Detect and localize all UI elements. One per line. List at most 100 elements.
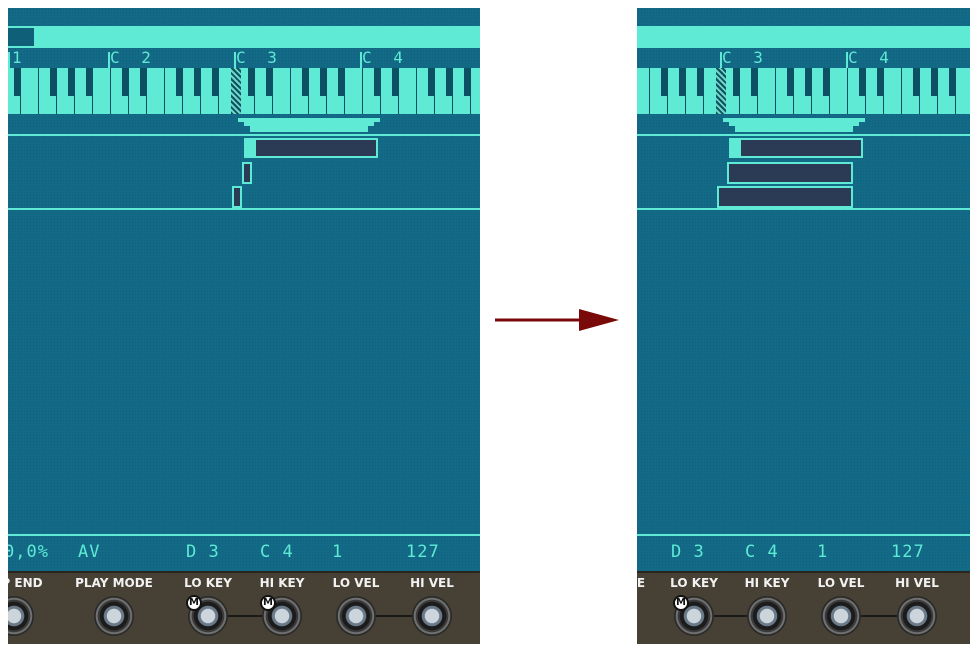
black-key[interactable] (949, 68, 955, 96)
sample-zone[interactable] (727, 162, 853, 184)
black-key[interactable] (338, 68, 344, 96)
white-key[interactable] (164, 68, 165, 114)
play-mode-knob[interactable] (94, 596, 134, 636)
black-key[interactable] (194, 68, 200, 96)
white-key[interactable] (685, 68, 686, 114)
sample-zone[interactable] (244, 138, 378, 158)
black-key[interactable] (140, 68, 146, 96)
black-key[interactable] (859, 68, 865, 96)
black-key[interactable] (805, 68, 811, 96)
zone-edge[interactable] (244, 138, 256, 158)
white-key[interactable] (667, 68, 668, 114)
white-key[interactable] (739, 68, 740, 114)
white-key[interactable] (901, 68, 902, 114)
black-key[interactable] (266, 68, 272, 96)
white-key[interactable] (452, 68, 453, 114)
sample-end-knob[interactable] (8, 596, 34, 636)
white-key[interactable] (182, 68, 183, 114)
black-key[interactable] (823, 68, 829, 96)
sample-zone[interactable] (717, 186, 853, 208)
white-key[interactable] (434, 68, 435, 114)
white-key[interactable] (308, 68, 309, 114)
sample-zone[interactable] (242, 162, 252, 184)
black-key[interactable] (68, 68, 74, 96)
white-key[interactable] (362, 68, 363, 114)
piano-keyboard[interactable] (8, 68, 480, 114)
white-key[interactable] (218, 68, 219, 114)
black-key[interactable] (302, 68, 308, 96)
black-key[interactable] (374, 68, 380, 96)
modulation-badge-icon[interactable]: M (186, 595, 202, 611)
knob-label: E (637, 576, 646, 590)
black-key[interactable] (661, 68, 667, 96)
white-key[interactable] (290, 68, 291, 114)
black-key[interactable] (86, 68, 92, 96)
white-key[interactable] (200, 68, 201, 114)
black-key[interactable] (122, 68, 128, 96)
black-key[interactable] (787, 68, 793, 96)
white-key[interactable] (919, 68, 920, 114)
white-key[interactable] (344, 68, 345, 114)
white-key[interactable] (38, 68, 39, 114)
white-key[interactable] (649, 68, 650, 114)
white-key[interactable] (20, 68, 21, 114)
white-key[interactable] (92, 68, 93, 114)
white-key[interactable] (775, 68, 776, 114)
white-key[interactable] (326, 68, 327, 114)
black-key[interactable] (751, 68, 757, 96)
black-key[interactable] (446, 68, 452, 96)
black-key[interactable] (877, 68, 883, 96)
lo-vel-knob[interactable] (821, 596, 861, 636)
white-key[interactable] (757, 68, 758, 114)
white-key[interactable] (254, 68, 255, 114)
horizontal-scrollbar[interactable] (637, 26, 970, 48)
black-key[interactable] (248, 68, 254, 96)
black-key[interactable] (320, 68, 326, 96)
scrollbar-thumb[interactable] (8, 28, 34, 46)
white-key[interactable] (398, 68, 399, 114)
white-key[interactable] (416, 68, 417, 114)
white-key[interactable] (380, 68, 381, 114)
hi-vel-knob[interactable] (897, 596, 937, 636)
white-key[interactable] (847, 68, 848, 114)
octave-ruler: 1 C 2 C 3 C 4 (8, 48, 480, 68)
black-key[interactable] (212, 68, 218, 96)
modulation-badge-icon[interactable]: M (673, 595, 689, 611)
black-key[interactable] (428, 68, 434, 96)
black-key[interactable] (931, 68, 937, 96)
white-key[interactable] (955, 68, 956, 114)
black-key[interactable] (679, 68, 685, 96)
hi-vel-knob[interactable] (412, 596, 452, 636)
white-key[interactable] (146, 68, 147, 114)
black-key[interactable] (14, 68, 20, 96)
zone-edge[interactable] (729, 138, 741, 158)
white-key[interactable] (56, 68, 57, 114)
sample-zone[interactable] (232, 186, 242, 208)
white-key[interactable] (865, 68, 866, 114)
black-key[interactable] (50, 68, 56, 96)
sample-zone[interactable] (729, 138, 863, 158)
black-key[interactable] (392, 68, 398, 96)
white-key[interactable] (703, 68, 704, 114)
horizontal-scrollbar[interactable] (8, 26, 480, 48)
white-key[interactable] (883, 68, 884, 114)
black-key[interactable] (733, 68, 739, 96)
readout-percent: 0,0% (8, 542, 49, 562)
white-key[interactable] (829, 68, 830, 114)
white-key[interactable] (110, 68, 111, 114)
white-key[interactable] (470, 68, 471, 114)
hi-key-knob[interactable] (747, 596, 787, 636)
white-key[interactable] (128, 68, 129, 114)
white-key[interactable] (74, 68, 75, 114)
white-key[interactable] (793, 68, 794, 114)
black-key[interactable] (913, 68, 919, 96)
lo-vel-knob[interactable] (336, 596, 376, 636)
white-key[interactable] (272, 68, 273, 114)
white-key[interactable] (811, 68, 812, 114)
black-key[interactable] (176, 68, 182, 96)
black-key[interactable] (464, 68, 470, 96)
piano-keyboard[interactable] (637, 68, 970, 114)
white-key[interactable] (937, 68, 938, 114)
black-key[interactable] (697, 68, 703, 96)
modulation-badge-icon[interactable]: M (260, 595, 276, 611)
